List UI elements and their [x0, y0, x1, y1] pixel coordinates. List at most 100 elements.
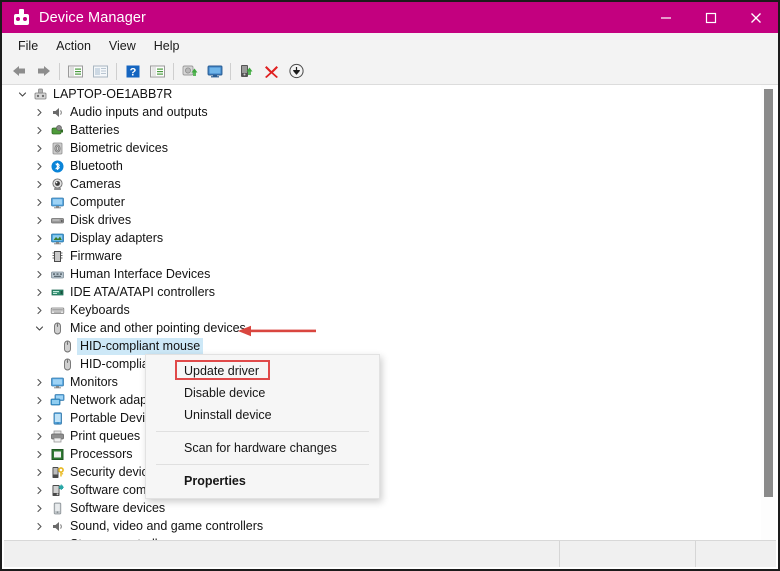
enable-device-icon[interactable]: [234, 60, 259, 83]
uninstall-device-icon[interactable]: [259, 60, 284, 83]
chevron-right-icon[interactable]: [31, 180, 47, 189]
tree-row-display-adapters[interactable]: Display adapters: [4, 229, 776, 247]
menu-help[interactable]: Help: [145, 36, 189, 56]
tree-row-security-devices[interactable]: Security devices: [4, 463, 776, 481]
view-icon[interactable]: [145, 60, 170, 83]
tree-row-cameras[interactable]: Cameras: [4, 175, 776, 193]
tree-item-label: Display adapters: [70, 230, 164, 245]
ctx-scan-hardware[interactable]: Scan for hardware changes: [146, 437, 379, 459]
tree-row-sound-video-game[interactable]: Sound, video and game controllers: [4, 517, 776, 535]
chevron-right-icon[interactable]: [31, 144, 47, 153]
ctx-update-driver[interactable]: Update driver: [146, 360, 379, 382]
monitor-icon: [47, 195, 67, 210]
minimize-button[interactable]: [643, 2, 688, 33]
help-icon[interactable]: ?: [120, 60, 145, 83]
tree-item-label: Bluetooth: [70, 158, 123, 173]
chevron-right-icon[interactable]: [31, 126, 47, 135]
scrollbar-thumb[interactable]: [764, 89, 773, 497]
chevron-right-icon[interactable]: [31, 306, 47, 315]
toolbar-separator: [116, 62, 117, 80]
forward-arrow-icon[interactable]: [31, 60, 56, 83]
tree-item-label: Sound, video and game controllers: [70, 518, 264, 533]
ctx-disable-device[interactable]: Disable device: [146, 382, 379, 404]
toolbar-separator: [230, 62, 231, 80]
status-cell-main: [4, 541, 560, 567]
chevron-down-icon[interactable]: [31, 324, 47, 333]
tree-root-label: LAPTOP-OE1ABB7R: [53, 86, 173, 101]
chevron-right-icon[interactable]: [31, 162, 47, 171]
scan-hardware-changes-icon[interactable]: [202, 60, 227, 83]
chevron-right-icon[interactable]: [31, 522, 47, 531]
tree-row-print-queues[interactable]: Print queues: [4, 427, 776, 445]
network-adapter-icon: [47, 393, 67, 408]
tree-item-label: Audio inputs and outputs: [70, 104, 208, 119]
window-controls: [643, 2, 778, 33]
chevron-right-icon[interactable]: [31, 270, 47, 279]
tree-row-hid-compliant-mouse-1[interactable]: HID-compliant mouse: [4, 337, 776, 355]
chevron-down-icon[interactable]: [14, 90, 30, 99]
chevron-right-icon[interactable]: [31, 198, 47, 207]
context-menu-separator: [156, 464, 369, 465]
ctx-properties[interactable]: Properties: [146, 470, 379, 492]
tree-row-mice[interactable]: Mice and other pointing devices: [4, 319, 776, 337]
tree-row-processors[interactable]: Processors: [4, 445, 776, 463]
chevron-right-icon[interactable]: [31, 216, 47, 225]
chevron-right-icon[interactable]: [31, 486, 47, 495]
tree-row-network-adapters[interactable]: Network adapters: [4, 391, 776, 409]
firmware-chip-icon: [47, 249, 67, 264]
software-component-icon: [47, 483, 67, 498]
chevron-right-icon[interactable]: [31, 234, 47, 243]
properties-icon[interactable]: [88, 60, 113, 83]
tree-row-monitors[interactable]: Monitors: [4, 373, 776, 391]
tree-row-ide[interactable]: IDE ATA/ATAPI controllers: [4, 283, 776, 301]
chevron-right-icon[interactable]: [31, 450, 47, 459]
tree-row-bluetooth[interactable]: Bluetooth: [4, 157, 776, 175]
maximize-button[interactable]: [688, 2, 733, 33]
tree-item-label: Mice and other pointing devices: [70, 320, 246, 335]
fingerprint-icon: [47, 141, 67, 156]
chevron-right-icon[interactable]: [31, 414, 47, 423]
ctx-uninstall-device[interactable]: Uninstall device: [146, 404, 379, 426]
update-driver-icon[interactable]: [177, 60, 202, 83]
tree-row-computer[interactable]: Computer: [4, 193, 776, 211]
device-manager-icon: [13, 9, 30, 26]
chevron-right-icon[interactable]: [31, 468, 47, 477]
chevron-right-icon[interactable]: [31, 252, 47, 261]
close-button[interactable]: [733, 2, 778, 33]
chevron-right-icon[interactable]: [31, 108, 47, 117]
ide-controller-icon: [47, 285, 67, 300]
chevron-right-icon[interactable]: [31, 504, 47, 513]
menu-action[interactable]: Action: [47, 36, 100, 56]
install-legacy-hardware-icon[interactable]: [284, 60, 309, 83]
tree-row-hid[interactable]: Human Interface Devices: [4, 265, 776, 283]
tree-row-hid-compliant-mouse-2[interactable]: HID-compliant mouse: [4, 355, 776, 373]
show-hide-console-tree-icon[interactable]: [63, 60, 88, 83]
vertical-scrollbar[interactable]: [761, 85, 776, 541]
chevron-right-icon[interactable]: [31, 378, 47, 387]
camera-icon: [47, 177, 67, 192]
toolbar: ?: [2, 58, 778, 85]
chevron-right-icon[interactable]: [31, 288, 47, 297]
chevron-right-icon[interactable]: [31, 396, 47, 405]
menu-view[interactable]: View: [100, 36, 145, 56]
tree-item-label: Keyboards: [70, 302, 130, 317]
chevron-right-icon[interactable]: [31, 432, 47, 441]
software-device-icon: [47, 501, 67, 516]
security-device-icon: [47, 465, 67, 480]
back-arrow-icon[interactable]: [6, 60, 31, 83]
tree-row-audio[interactable]: Audio inputs and outputs: [4, 103, 776, 121]
tree-row-batteries[interactable]: Batteries: [4, 121, 776, 139]
tree-row-keyboards[interactable]: Keyboards: [4, 301, 776, 319]
tree-row-firmware[interactable]: Firmware: [4, 247, 776, 265]
context-menu[interactable]: Update driver Disable device Uninstall d…: [145, 354, 380, 499]
tree-row-root[interactable]: LAPTOP-OE1ABB7R: [4, 85, 776, 103]
tree-row-portable-devices[interactable]: Portable Devices: [4, 409, 776, 427]
tree-row-biometric[interactable]: Biometric devices: [4, 139, 776, 157]
tree-row-software-devices[interactable]: Software devices: [4, 499, 776, 517]
title-bar: Device Manager: [2, 2, 778, 33]
device-tree[interactable]: LAPTOP-OE1ABB7R Audio inputs and outputs…: [4, 85, 776, 541]
speaker-icon: [47, 105, 67, 120]
tree-row-disk-drives[interactable]: Disk drives: [4, 211, 776, 229]
tree-row-software-components[interactable]: Software components: [4, 481, 776, 499]
menu-file[interactable]: File: [9, 36, 47, 56]
